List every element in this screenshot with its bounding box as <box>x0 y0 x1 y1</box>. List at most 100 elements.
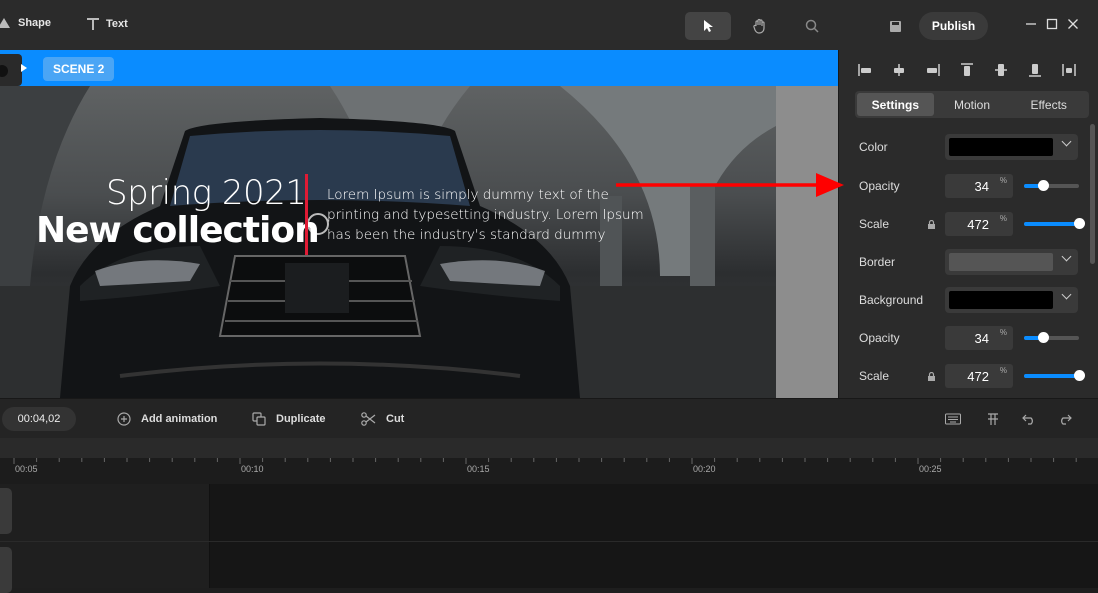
opacity-row: Opacity 34% <box>859 172 1084 200</box>
track-handle[interactable] <box>0 547 12 593</box>
background-row: Background <box>859 286 1084 314</box>
text-icon <box>87 18 99 30</box>
accent-divider <box>305 174 308 255</box>
opacity2-value: 34 <box>974 331 989 346</box>
time-display[interactable]: 00:04,02 <box>2 407 76 431</box>
align-center-h-icon[interactable] <box>891 62 907 78</box>
cut-label: Cut <box>386 413 405 425</box>
align-top-icon[interactable] <box>959 62 975 78</box>
undo-icon[interactable] <box>1020 411 1038 427</box>
maximize-icon[interactable] <box>1045 17 1059 31</box>
track-divider <box>0 541 1098 542</box>
lock-icon[interactable] <box>927 372 936 381</box>
annotation-arrow <box>616 173 844 197</box>
body-text[interactable]: Lorem Ipsum is simply dummy text of the … <box>327 185 657 245</box>
play-icon[interactable] <box>21 64 27 72</box>
slider-handle[interactable] <box>1074 218 1085 229</box>
tick-label: 00:05 <box>15 464 38 474</box>
background-picker[interactable] <box>945 287 1078 313</box>
border-picker[interactable] <box>945 249 1078 275</box>
slider-handle[interactable] <box>1074 370 1085 381</box>
scale2-row: Scale 472% <box>859 362 1085 390</box>
track-headers <box>0 484 210 588</box>
scissors-icon <box>361 412 376 426</box>
track-handle[interactable] <box>0 488 12 534</box>
align-center-v-icon[interactable] <box>993 62 1009 78</box>
timeline-ruler[interactable]: 00:05 00:10 00:15 00:20 00:25 <box>0 458 1098 484</box>
scale-unit: % <box>999 214 1007 223</box>
align-left-icon[interactable] <box>857 62 873 78</box>
redo-icon[interactable] <box>1056 411 1074 427</box>
duplicate-button[interactable]: Duplicate <box>252 412 326 426</box>
chevron-down-icon <box>1061 289 1072 300</box>
tick-label: 00:10 <box>241 464 264 474</box>
slider-handle[interactable] <box>1037 332 1049 343</box>
zoom-tool-button[interactable] <box>789 12 835 40</box>
publish-button[interactable]: Publish <box>919 12 988 40</box>
opacity2-row: Opacity 34% <box>859 324 1084 352</box>
opacity2-label: Opacity <box>859 331 900 345</box>
tick-label: 00:25 <box>919 464 942 474</box>
snap-icon[interactable] <box>984 411 1002 427</box>
opacity-value: 34 <box>974 179 989 194</box>
lock-icon[interactable] <box>927 220 936 229</box>
keyboard-icon[interactable] <box>944 411 962 427</box>
border-label: Border <box>859 255 896 269</box>
select-tool-button[interactable] <box>685 12 731 40</box>
save-button[interactable] <box>872 12 918 40</box>
scene-bar: SCENE 2 <box>0 50 838 86</box>
shape-tool[interactable]: Shape <box>0 17 51 29</box>
scale2-label: Scale <box>859 369 890 383</box>
cursor-icon <box>704 20 713 32</box>
tab-motion[interactable]: Motion <box>934 93 1011 116</box>
car-photo[interactable]: Spring 2021 New collection Lorem Ipsum i… <box>0 86 776 398</box>
opacity2-input[interactable]: 34% <box>945 326 1013 350</box>
pan-tool-button[interactable] <box>737 12 783 40</box>
hand-icon <box>753 18 765 34</box>
border-swatch <box>949 253 1053 271</box>
opacity2-slider[interactable] <box>1024 332 1079 343</box>
chevron-down-icon <box>1061 136 1072 147</box>
headline-new-collection[interactable]: New collection <box>36 210 320 251</box>
cut-button[interactable]: Cut <box>361 412 404 426</box>
headline-spring[interactable]: Spring 2021 <box>106 173 307 213</box>
color-picker[interactable] <box>945 134 1078 160</box>
align-right-icon[interactable] <box>925 62 941 78</box>
scale-label: Scale <box>859 217 890 231</box>
scale-value: 472 <box>967 217 989 232</box>
align-toolbar <box>857 62 1077 78</box>
tab-settings[interactable]: Settings <box>857 93 934 116</box>
scale-input[interactable]: 472% <box>945 212 1013 236</box>
align-bottom-icon[interactable] <box>1027 62 1043 78</box>
scene-label[interactable]: SCENE 2 <box>43 57 115 81</box>
publish-label: Publish <box>931 19 976 33</box>
action-bar: 00:04,02 Add animation Duplicate Cut <box>0 398 1098 438</box>
tick-label: 00:20 <box>693 464 716 474</box>
background-swatch <box>949 291 1053 309</box>
opacity-input[interactable]: 34% <box>945 174 1013 198</box>
scale-row: Scale 472% <box>859 210 1085 238</box>
canvas-area[interactable]: Spring 2021 New collection Lorem Ipsum i… <box>0 86 838 398</box>
close-icon[interactable] <box>1066 17 1080 31</box>
add-circle-icon <box>117 412 131 426</box>
add-animation-button[interactable]: Add animation <box>117 412 217 426</box>
minimize-icon[interactable] <box>1024 17 1038 31</box>
opacity-label: Opacity <box>859 179 900 193</box>
tab-effects[interactable]: Effects <box>1010 93 1087 116</box>
opacity-slider[interactable] <box>1024 180 1079 191</box>
scale-slider[interactable] <box>1024 218 1085 229</box>
scale2-slider[interactable] <box>1024 370 1085 381</box>
properties-panel: Settings Motion Effects Color Opacity 34… <box>838 50 1098 398</box>
scene-toggle[interactable] <box>0 54 22 86</box>
scale2-input[interactable]: 472% <box>945 364 1013 388</box>
text-tool[interactable]: Text <box>86 17 128 31</box>
distribute-icon[interactable] <box>1061 62 1077 78</box>
add-animation-label: Add animation <box>141 413 218 425</box>
scale2-unit: % <box>999 366 1007 375</box>
timeline: 00:05 00:10 00:15 00:20 00:25 <box>0 438 1098 593</box>
save-icon <box>889 20 901 32</box>
panel-scrollbar[interactable] <box>1090 124 1095 264</box>
slider-handle[interactable] <box>1037 180 1049 191</box>
timeline-scrollbar[interactable] <box>0 438 1098 458</box>
triangle-icon <box>0 18 10 28</box>
